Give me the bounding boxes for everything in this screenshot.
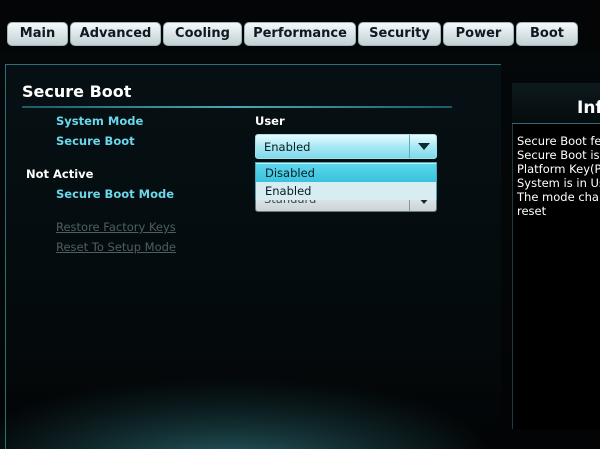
- info-text-line: reset: [517, 204, 547, 218]
- info-text-line: Secure Boot is E: [517, 148, 600, 162]
- info-text-line: Platform Key(PK: [517, 162, 600, 176]
- bios-screen: Main Advanced Cooling Performance Securi…: [0, 0, 600, 449]
- info-text-line: System is in Use: [517, 176, 600, 190]
- info-text-line: The mode chan: [517, 190, 600, 204]
- info-clip: Info Secure Boot fea Secure Boot is E Pl…: [0, 0, 600, 449]
- info-title: Info: [577, 98, 600, 118]
- info-text-line: Secure Boot fea: [517, 134, 600, 148]
